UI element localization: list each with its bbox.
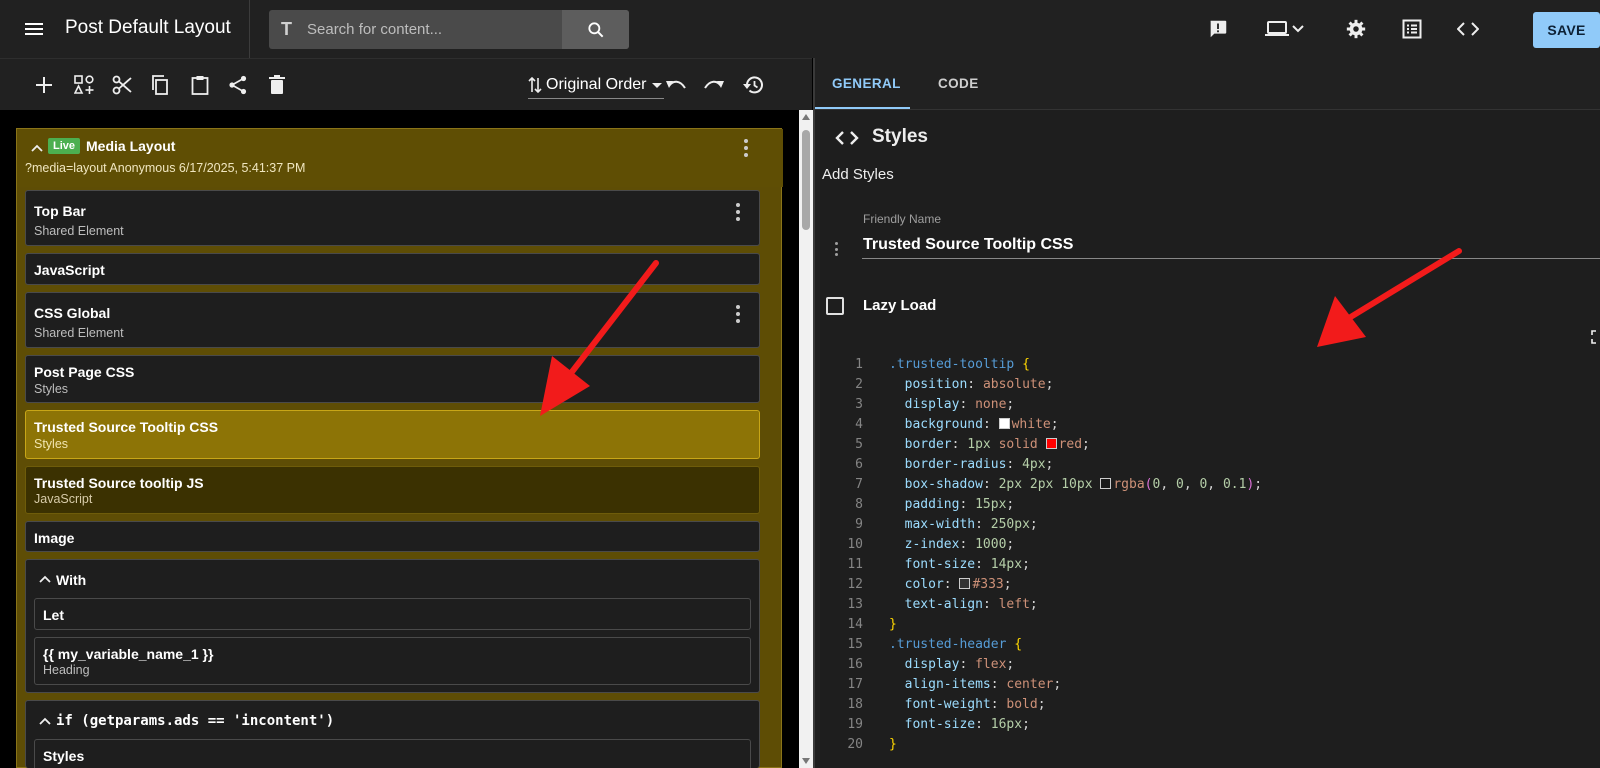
annotation-arrow xyxy=(540,248,1462,416)
